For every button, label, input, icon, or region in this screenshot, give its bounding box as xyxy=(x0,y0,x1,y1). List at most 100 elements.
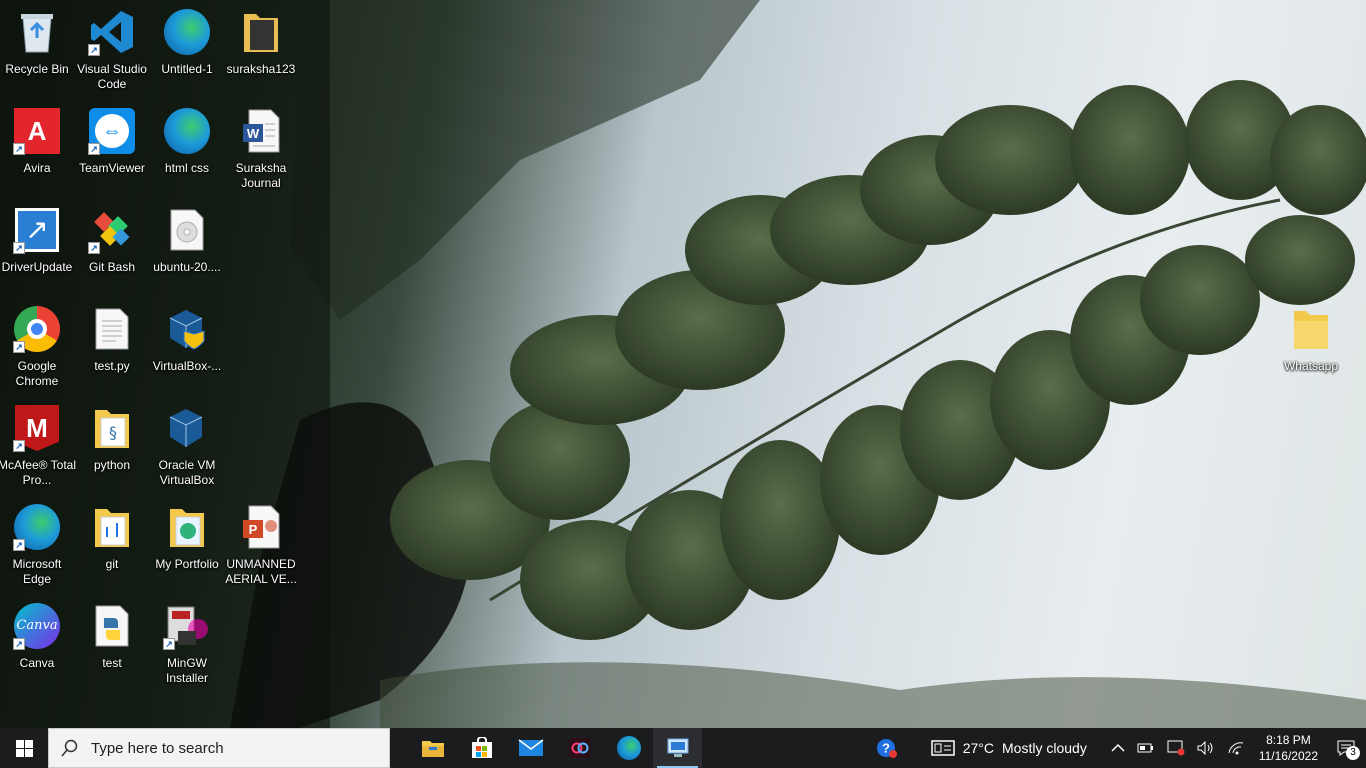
weather-widget[interactable]: 27°C Mostly cloudy xyxy=(925,728,1093,768)
desktop-icon-virtualbox-installer[interactable]: VirtualBox-... xyxy=(150,301,224,397)
icon-label: Suraksha Journal xyxy=(235,161,287,190)
edge-icon xyxy=(616,736,641,760)
desktop-icon-my-portfolio[interactable]: My Portfolio xyxy=(150,499,224,595)
desktop-icon-test[interactable]: test xyxy=(75,598,149,694)
desktop-icon-google-chrome[interactable]: ↗ Google Chrome xyxy=(0,301,74,397)
icon-label: My Portfolio xyxy=(155,557,219,571)
desktop-icon-unmanned-aerial[interactable]: P UNMANNED AERIAL VE... xyxy=(224,499,298,595)
tray-help[interactable]: ? xyxy=(867,728,907,768)
python-folder-icon: § xyxy=(88,404,136,452)
canva-icon: Canva ↗ xyxy=(13,602,61,650)
icon-label: suraksha123 xyxy=(226,62,296,76)
file-explorer-icon xyxy=(421,741,444,757)
icon-label: Canva xyxy=(19,656,55,670)
battery-icon xyxy=(1137,743,1153,753)
desktop-icon-avira[interactable]: A ↗ Avira xyxy=(0,103,74,199)
system-tray: ? 27°C Mostly cloudy 8:18 PM 11/16/2022 … xyxy=(867,728,1366,768)
icon-label: Avira xyxy=(23,161,51,175)
clock-time: 8:18 PM xyxy=(1266,733,1311,747)
notification-count: 3 xyxy=(1346,746,1360,760)
virtualbox-installer-icon xyxy=(163,305,211,353)
icon-label: test.py xyxy=(94,359,130,373)
icon-label: Untitled-1 xyxy=(161,62,213,76)
taskbar: Type here to search ? 27°C Mostly cloudy xyxy=(0,728,1366,768)
desktop-icon-git-bash[interactable]: ↗ Git Bash xyxy=(75,202,149,298)
git-bash-icon: ↗ xyxy=(88,206,136,254)
desktop-icon-test-py[interactable]: test.py xyxy=(75,301,149,397)
desktop-icon-git-folder[interactable]: git xyxy=(75,499,149,595)
svg-text:P: P xyxy=(249,522,258,537)
tray-battery[interactable] xyxy=(1131,728,1161,768)
icon-label: MinGW Installer xyxy=(165,656,209,685)
edge-icon xyxy=(163,107,211,155)
icon-label: python xyxy=(93,458,131,472)
desktop-icon-suraksha123[interactable]: suraksha123 xyxy=(224,4,298,100)
icon-label: TeamViewer xyxy=(79,161,145,175)
python-file-icon xyxy=(88,602,136,650)
folder-icon xyxy=(237,8,285,56)
weather-temp: 27°C xyxy=(962,740,995,756)
desktop-icon-whatsapp[interactable]: Whatsapp xyxy=(1274,301,1348,397)
help-icon: ? xyxy=(876,739,897,758)
search-placeholder: Type here to search xyxy=(91,739,224,757)
start-button[interactable] xyxy=(0,728,48,768)
desktop-icon-python-folder[interactable]: § python xyxy=(75,400,149,496)
svg-text:?: ? xyxy=(882,741,890,756)
icon-label: DriverUpdate xyxy=(1,260,73,274)
tray-security[interactable] xyxy=(1161,728,1191,768)
desktop-icon-untitled-1[interactable]: Untitled-1 xyxy=(150,4,224,100)
edge-icon xyxy=(163,8,211,56)
desktop-icon-visual-studio-code[interactable]: ↗ Visual Studio Code xyxy=(75,4,149,100)
taskbar-file-explorer[interactable] xyxy=(408,728,457,768)
taskbar-microsoft-store[interactable] xyxy=(457,728,506,768)
desktop-icon-microsoft-edge[interactable]: ↗ Microsoft Edge xyxy=(0,499,74,595)
wifi-icon xyxy=(1228,742,1243,755)
powerpoint-icon: P xyxy=(237,503,285,551)
text-file-icon xyxy=(88,305,136,353)
taskbar-mail[interactable] xyxy=(506,728,555,768)
driverupdate-icon: ↗ ↗ xyxy=(13,206,61,254)
show-hidden-icons[interactable] xyxy=(1105,728,1131,768)
desktop-icon-oracle-vm-virtualbox[interactable]: Oracle VM VirtualBox xyxy=(150,400,224,496)
desktop-icon-html-css[interactable]: html css xyxy=(150,103,224,199)
disc-image-icon xyxy=(163,206,211,254)
desktop-icon-canva[interactable]: Canva ↗ Canva xyxy=(0,598,74,694)
taskbar-clock[interactable]: 8:18 PM 11/16/2022 xyxy=(1251,732,1326,764)
teamviewer-icon: ⇔ ↗ xyxy=(88,107,136,155)
icon-label: ubuntu-20.... xyxy=(153,260,221,274)
icon-label: Google Chrome xyxy=(15,359,59,388)
icon-label: VirtualBox-... xyxy=(152,359,222,373)
vscode-icon: ↗ xyxy=(88,8,136,56)
word-document-icon: W xyxy=(237,107,285,155)
svg-text:W: W xyxy=(247,126,260,141)
desktop-icon-driverupdate[interactable]: ↗ ↗ DriverUpdate xyxy=(0,202,74,298)
desktop-icon-suraksha-journal[interactable]: W Suraksha Journal xyxy=(224,103,298,199)
tray-volume[interactable] xyxy=(1191,728,1221,768)
creative-cloud-icon xyxy=(568,738,591,758)
recycle-bin-icon xyxy=(13,8,61,56)
desktop-icon-mcafee[interactable]: M ↗ McAfee® Total Pro... xyxy=(0,400,76,496)
mingw-installer-icon: ↗ xyxy=(163,602,211,650)
avira-icon: A ↗ xyxy=(13,107,61,155)
search-icon xyxy=(61,739,78,757)
icon-label: Visual Studio Code xyxy=(77,62,147,91)
folder-icon xyxy=(88,503,136,551)
windows-logo-icon xyxy=(15,739,33,757)
action-center-button[interactable]: 3 xyxy=(1326,728,1366,768)
desktop-icon-recycle-bin[interactable]: Recycle Bin xyxy=(0,4,74,100)
icon-label: git xyxy=(105,557,119,571)
taskbar-remote-desktop[interactable] xyxy=(653,728,702,768)
tray-network[interactable] xyxy=(1221,728,1251,768)
chevron-up-icon xyxy=(1111,743,1125,752)
folder-icon xyxy=(1287,305,1335,353)
icon-label: Whatsapp xyxy=(1283,359,1339,373)
taskbar-edge[interactable] xyxy=(604,728,653,768)
security-alert-icon xyxy=(1167,740,1185,756)
weather-icon xyxy=(930,740,955,756)
desktop-icon-teamviewer[interactable]: ⇔ ↗ TeamViewer xyxy=(75,103,149,199)
desktop-icon-mingw-installer[interactable]: ↗ MinGW Installer xyxy=(150,598,224,694)
desktop-icon-ubuntu[interactable]: ubuntu-20.... xyxy=(150,202,224,298)
taskbar-creative-cloud[interactable] xyxy=(555,728,604,768)
mcafee-icon: M ↗ xyxy=(13,404,61,452)
taskbar-search-box[interactable]: Type here to search xyxy=(48,728,390,768)
